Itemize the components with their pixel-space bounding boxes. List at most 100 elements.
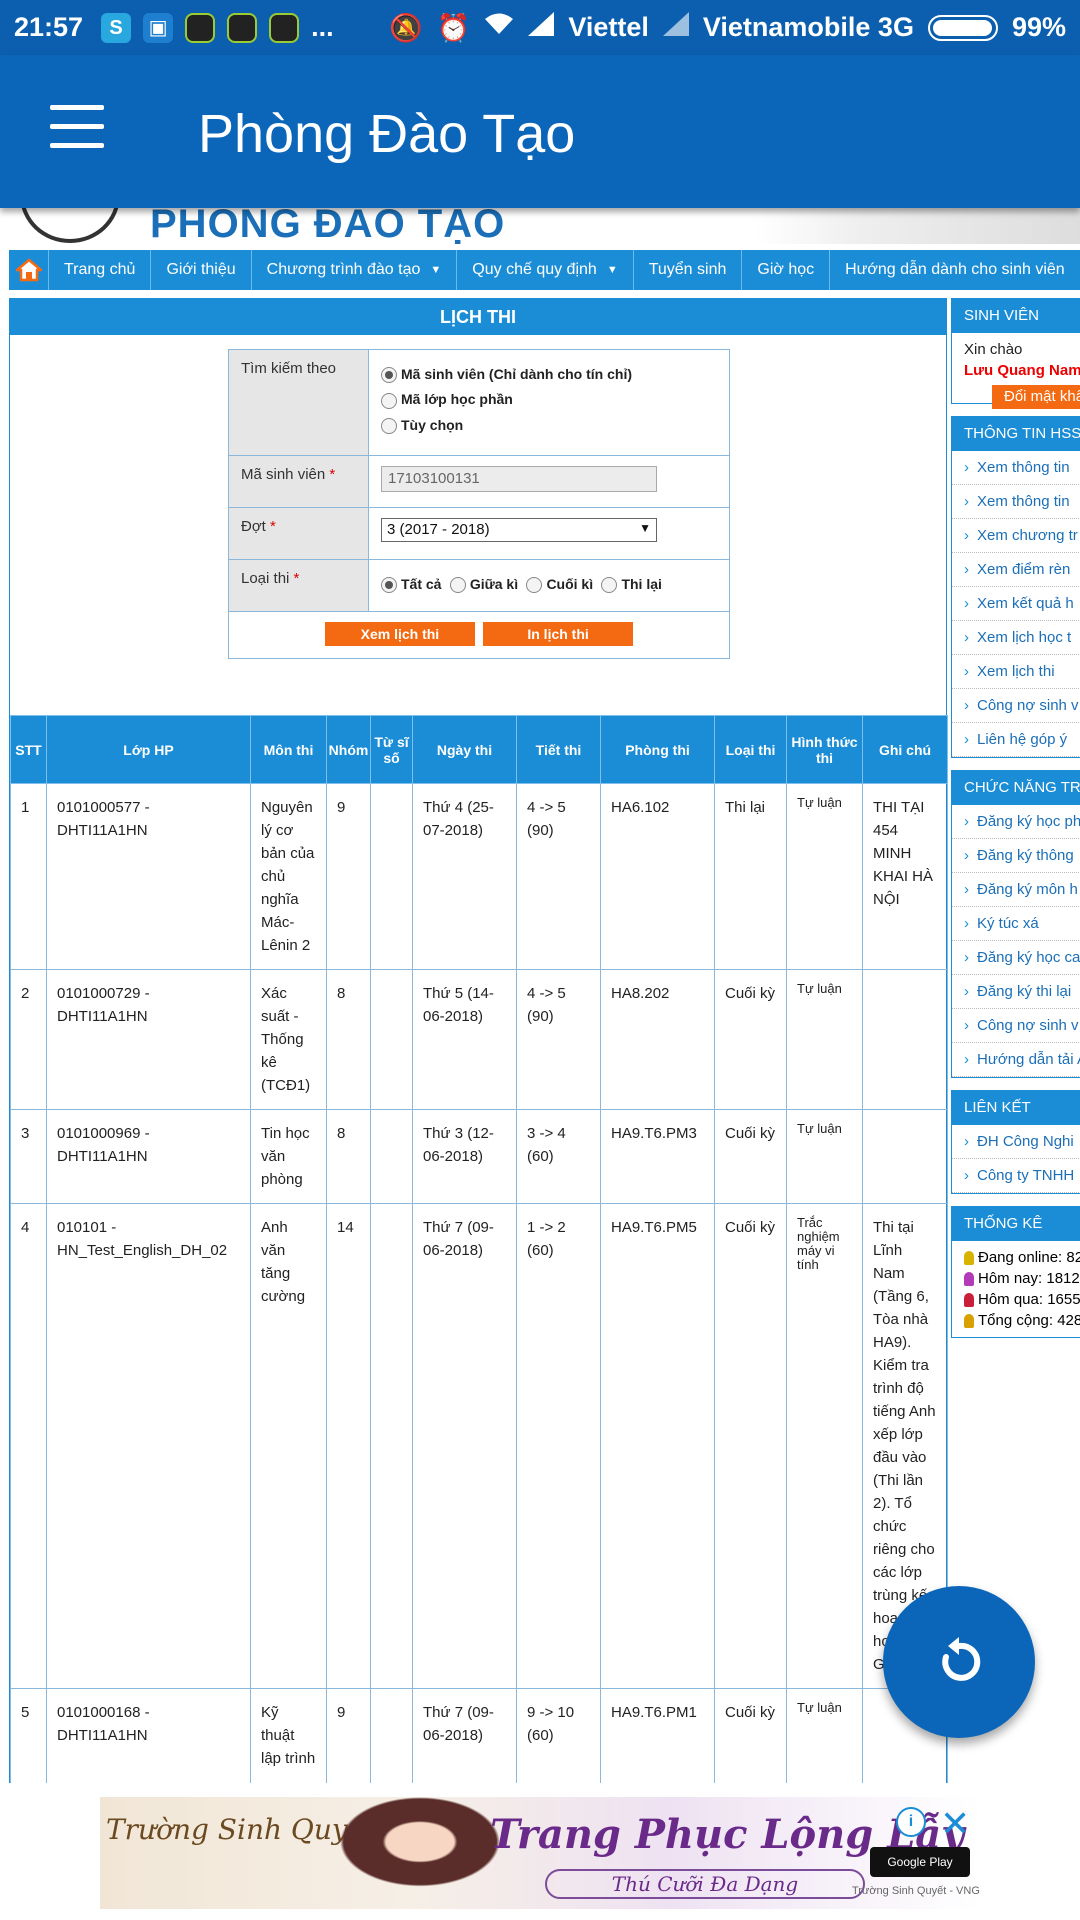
skype-icon: S: [101, 12, 132, 43]
ad-subheadline: Thú Cưỡi Đa Dạng: [545, 1869, 865, 1899]
chat-app-icon: [185, 12, 216, 43]
radio-selected[interactable]: [381, 367, 397, 384]
sidebar-link[interactable]: Đăng ký học ca: [952, 941, 1080, 975]
battery-percent: 99%: [1011, 12, 1066, 42]
sidebar-link[interactable]: Xem chương tr: [952, 519, 1080, 553]
sidebar: SINH VIÊN Xin chào Lưu Quang Nam Đổi mật…: [951, 298, 1080, 1350]
menu-icon[interactable]: [50, 105, 104, 149]
sidebar-link[interactable]: Liên hệ góp ý: [952, 723, 1080, 757]
ad-info-icon[interactable]: i: [896, 1807, 926, 1837]
student-id-label: Mã sinh viên: [241, 466, 326, 483]
chat-app-icon: [227, 12, 258, 43]
table-cell: Thứ 4 (25-07-2018): [412, 783, 517, 970]
stat-total: Tổng cộng: 428: [978, 1312, 1080, 1329]
term-label: Đợt: [241, 518, 266, 535]
table-row: 2 0101000729 - DHTI11A1HN Xác suất - Thống…: [10, 969, 948, 1110]
banner-title: PHÒNG ĐÀO TẠO: [150, 208, 506, 244]
table-header-row: STT Lớp HP Môn thi Nhóm Từ sĩ số Ngày th…: [10, 715, 948, 784]
nav-admissions[interactable]: Tuyển sinh: [634, 250, 743, 290]
table-cell: Cuối kỳ: [714, 1688, 787, 1783]
print-schedule-button[interactable]: In lịch thi: [483, 622, 634, 646]
nav-home[interactable]: Trang chủ: [49, 250, 152, 290]
carrier-2: Vietnamobile 3G: [702, 12, 914, 42]
info-box: THÔNG TIN HSSV Xem thông tinXem thông ti…: [951, 416, 1080, 758]
table-cell: Tự luận: [786, 1109, 863, 1204]
ad-banner[interactable]: Trường Sinh Quyết Trang Phục Lộng Lẫy Th…: [100, 1797, 980, 1909]
nav-student-guide[interactable]: Hướng dẫn dành cho sinh viên: [830, 250, 1080, 290]
refresh-button[interactable]: [883, 1586, 1035, 1738]
web-content[interactable]: PHÒNG ĐÀO TẠO Trang chủ Giới thiệu Chươn…: [0, 208, 1080, 1783]
table-cell: Anh văn tăng cường: [250, 1203, 327, 1689]
table-cell: 010101 - HN_Test_English_DH_02: [46, 1203, 251, 1689]
col-header: STT: [10, 715, 47, 784]
links-box: LIÊN KẾT ĐH Công NghiCông ty TNHH: [951, 1090, 1080, 1194]
table-cell: 8: [326, 1109, 371, 1204]
sidebar-link[interactable]: Công ty TNHH: [952, 1159, 1080, 1193]
sidebar-link[interactable]: Hướng dẫn tải ASC-STUDENT: [952, 1043, 1080, 1077]
table-cell: 0101000577 - DHTI11A1HN: [46, 783, 251, 970]
nav-regulations[interactable]: Quy chế quy định ▼: [457, 250, 634, 290]
search-option[interactable]: Tùy chọn: [381, 417, 717, 434]
sidebar-link[interactable]: Công nợ sinh v: [952, 1009, 1080, 1043]
home-icon[interactable]: [9, 250, 49, 290]
chevron-down-icon: ▼: [606, 264, 618, 276]
sidebar-link[interactable]: Xem thông tin: [952, 485, 1080, 519]
sidebar-link[interactable]: ĐH Công Nghi: [952, 1125, 1080, 1159]
exam-type-option[interactable]: Thi lại: [601, 576, 662, 594]
search-option[interactable]: Mã lớp học phần: [381, 391, 717, 409]
nav-schedule[interactable]: Giờ học: [742, 250, 831, 290]
sidebar-link[interactable]: Xem thông tin: [952, 451, 1080, 485]
table-row: 4 010101 - HN_Test_English_DH_02 Anh văn t…: [10, 1203, 948, 1689]
chevron-down-icon: ▼: [430, 264, 442, 276]
table-cell: [862, 1109, 948, 1204]
close-icon[interactable]: ✕: [940, 1803, 970, 1845]
sidebar-link[interactable]: Xem lịch học t: [952, 621, 1080, 655]
col-header: Môn thi: [250, 715, 327, 784]
battery-fill: [932, 19, 993, 36]
stats-box-title: THỐNG KÊ: [952, 1207, 1080, 1241]
student-id-field[interactable]: 17103100131: [381, 466, 657, 492]
table-cell: [370, 1109, 413, 1204]
table-cell: Tự luận: [786, 783, 863, 970]
battery-icon: [927, 14, 998, 41]
exam-type-option[interactable]: Tất cả: [381, 576, 441, 594]
exam-table: STT Lớp HP Môn thi Nhóm Từ sĩ số Ngày th…: [10, 715, 948, 1783]
sidebar-link[interactable]: Xem điểm rèn: [952, 553, 1080, 587]
sidebar-link[interactable]: Đăng ký học ph: [952, 805, 1080, 839]
sidebar-link[interactable]: Đăng ký môn h trình: [952, 873, 1080, 907]
table-cell: 3 -> 4 (60): [516, 1109, 601, 1204]
search-form: Tìm kiếm theo Mã sinh viên (Chỉ dành cho…: [228, 349, 730, 659]
sidebar-link[interactable]: Đăng ký thông: [952, 839, 1080, 873]
table-cell: HA9.T6.PM5: [600, 1203, 715, 1689]
greeting: Xin chào: [964, 341, 1023, 358]
google-play-badge[interactable]: Google Play: [870, 1847, 970, 1877]
sidebar-link[interactable]: Ký túc xá: [952, 907, 1080, 941]
change-password-button[interactable]: Đổi mật khẩu: [992, 385, 1080, 409]
col-header: Lớp HP: [46, 715, 251, 784]
table-cell: [370, 1688, 413, 1783]
exam-schedule-panel: LỊCH THI Tìm kiếm theo Mã sinh viên (Chỉ…: [9, 298, 948, 1783]
exam-type-option[interactable]: Cuối kì: [526, 576, 593, 594]
radio[interactable]: [381, 392, 397, 409]
exam-type-option[interactable]: Giữa kì: [449, 576, 518, 594]
table-cell: Nguyên lý cơ bản của chủ nghĩa Mác-Lênin…: [250, 783, 327, 970]
site-banner: PHÒNG ĐÀO TẠO: [0, 208, 1080, 244]
radio[interactable]: [381, 417, 397, 434]
table-cell: 4 -> 5 (90): [516, 969, 601, 1110]
sidebar-link[interactable]: Xem kết quả h: [952, 587, 1080, 621]
table-cell: Thứ 7 (09-06-2018): [412, 1203, 517, 1689]
nav-about[interactable]: Giới thiệu: [151, 250, 252, 290]
sidebar-link[interactable]: Xem lịch thi: [952, 655, 1080, 689]
view-schedule-button[interactable]: Xem lịch thi: [324, 622, 475, 646]
sidebar-link[interactable]: Đăng ký thi lại: [952, 975, 1080, 1009]
nav-programs[interactable]: Chương trình đào tạo ▼: [252, 250, 458, 290]
table-cell: Thứ 3 (12-06-2018): [412, 1109, 517, 1204]
table-cell: Tự luận: [786, 1688, 863, 1783]
links-box-title: LIÊN KẾT: [952, 1091, 1080, 1125]
table-cell: Thứ 7 (09-06-2018): [412, 1688, 517, 1783]
table-row: 3 0101000969 - DHTI11A1HN Tin học văn phòn…: [10, 1109, 948, 1204]
sidebar-link[interactable]: Công nợ sinh v: [952, 689, 1080, 723]
search-option[interactable]: Mã sinh viên (Chỉ dành cho tín chỉ): [381, 366, 717, 384]
col-header: Nhóm: [326, 715, 371, 784]
term-select[interactable]: 3 (2017 - 2018) ▼: [381, 518, 657, 542]
